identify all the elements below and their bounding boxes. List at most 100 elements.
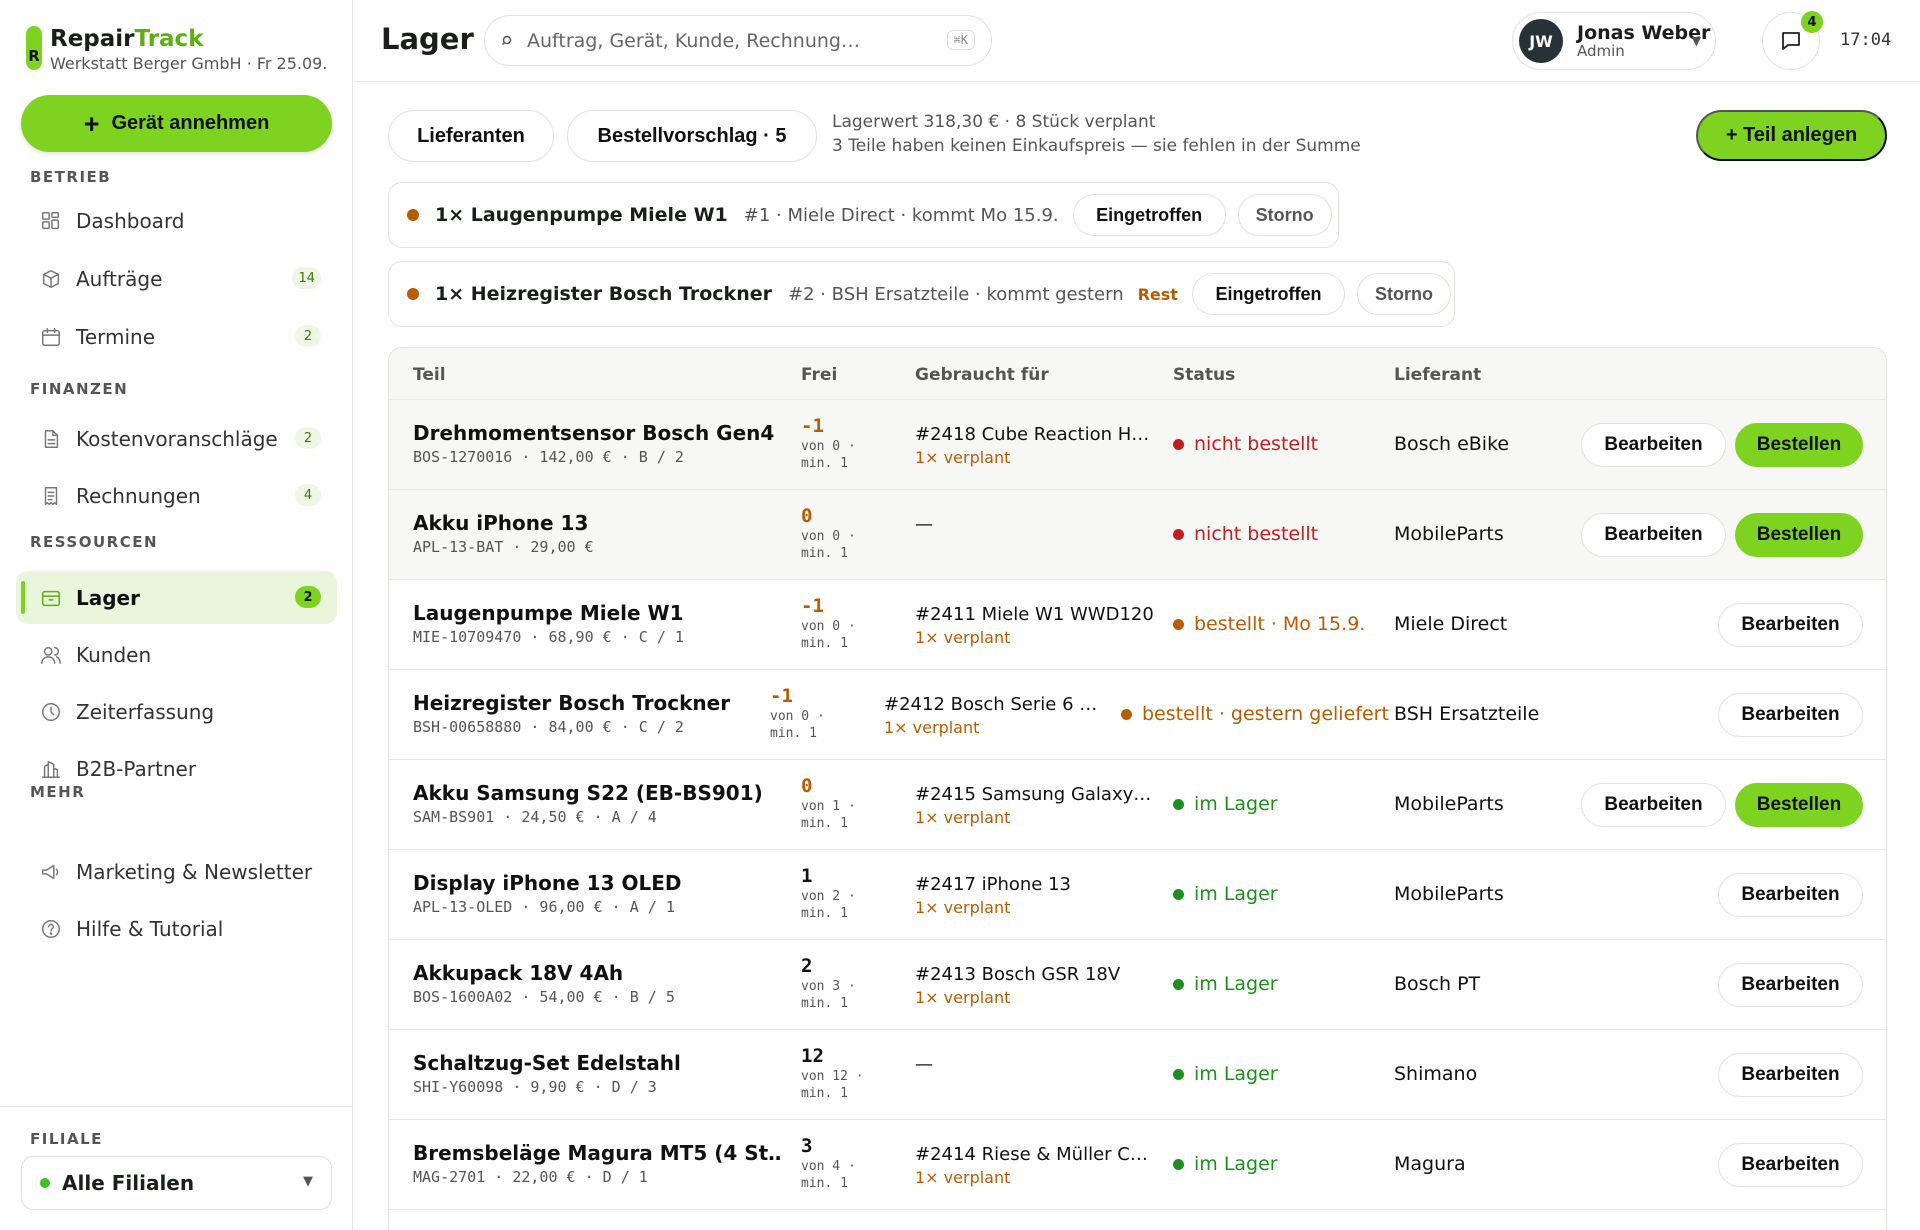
sidebar-item-termine[interactable]: Termine 2	[16, 310, 337, 363]
col-used-for[interactable]: Gebraucht für	[915, 365, 1049, 385]
table-row[interactable]: Heizregister Bosch Trockner BSH-00658880 …	[389, 670, 1886, 760]
table-row[interactable]: Akkupack 18V 4Ah BOS-1600A02 · 54,00 € · …	[389, 940, 1886, 1030]
table-row[interactable]: Bremsbeläge Magura MT5 (4 St… MAG-2701 · …	[389, 1120, 1886, 1210]
edit-button[interactable]: Bearbeiten	[1581, 513, 1726, 557]
count-badge: 2	[295, 325, 321, 347]
rest-badge: Rest	[1137, 284, 1178, 304]
edit-button[interactable]: Bearbeiten	[1718, 963, 1863, 1007]
part-name: Akku Samsung S22 (EB-BS901)	[413, 781, 763, 805]
part-name: Display iPhone 13 OLED	[413, 871, 682, 895]
sidebar-item-rechnungen[interactable]: Rechnungen 4	[16, 469, 337, 522]
table-row[interactable]: Schaltzug-Set Edelstahl SHI-Y60098 · 9,90…	[389, 1030, 1886, 1120]
part-meta: BOS-1270016 · 142,00 € · B / 2	[413, 448, 684, 466]
sidebar-item-label: Hilfe & Tutorial	[76, 916, 224, 941]
used-for[interactable]: #2411 Miele W1 WWD120	[915, 604, 1155, 625]
planned-count: 1× verplant	[915, 448, 1011, 467]
used-for[interactable]: #2415 Samsung Galaxy…	[915, 784, 1155, 805]
edit-button[interactable]: Bearbeiten	[1581, 423, 1726, 467]
used-for: —	[915, 514, 933, 535]
table-row[interactable]: Display iPhone 13 OLED APL-13-OLED · 96,0…	[389, 850, 1886, 940]
messages-badge: 4	[1801, 11, 1823, 33]
sidebar-item-kunden[interactable]: Kunden	[16, 628, 337, 681]
accept-device-button[interactable]: + Gerät annehmen	[21, 95, 332, 152]
search-input[interactable]	[527, 29, 947, 52]
filiale-label: FILIALE	[30, 1130, 103, 1148]
messages-button[interactable]: 4	[1762, 11, 1823, 70]
part-name: Bremsbeläge Magura MT5 (4 St…	[413, 1141, 783, 1165]
free-count: 0	[801, 505, 813, 527]
status-badge: im Lager	[1173, 973, 1278, 995]
free-detail: von 2 · min. 1	[801, 889, 856, 921]
free-count: -1	[801, 415, 824, 437]
arrived-button[interactable]: Eingetroffen	[1072, 194, 1226, 236]
used-for[interactable]: #2413 Bosch GSR 18V	[915, 964, 1155, 985]
table-row[interactable]: Laugenpumpe Miele W1 MIE-10709470 · 68,90…	[389, 580, 1886, 670]
order-button[interactable]: Bestellen	[1735, 423, 1863, 467]
part-name: Laugenpumpe Miele W1	[413, 601, 684, 625]
user-menu[interactable]: JW Jonas Weber Admin ▼	[1512, 12, 1716, 70]
edit-button[interactable]: Bearbeiten	[1718, 1143, 1863, 1187]
free-count: 0	[801, 775, 813, 797]
count-badge: 14	[292, 267, 321, 289]
edit-button[interactable]: Bearbeiten	[1718, 1053, 1863, 1097]
table-row[interactable]: Drehmomentsensor Bosch Gen4 BOS-1270016 ·…	[389, 400, 1886, 490]
sidebar-item-label: Rechnungen	[76, 483, 201, 508]
status-badge: bestellt · gestern geliefert	[1121, 703, 1389, 725]
stock-warning: 3 Teile haben keinen Einkaufspreis — sie…	[832, 136, 1361, 156]
order-button[interactable]: Bestellen	[1735, 783, 1863, 827]
part-meta: MAG-2701 · 22,00 € · D / 1	[413, 1168, 648, 1186]
free-count: -1	[801, 595, 824, 617]
avatar: JW	[1519, 19, 1563, 63]
status-dot	[1173, 438, 1184, 450]
sidebar-item-label: Dashboard	[76, 208, 185, 233]
used-for[interactable]: #2417 iPhone 13	[915, 874, 1155, 895]
used-for[interactable]: #2414 Riese & Müller C…	[915, 1144, 1155, 1165]
sidebar-item-kostenvoranschläge[interactable]: Kostenvoranschläge 2	[16, 412, 337, 465]
table-row[interactable]: Akku iPhone 13 APL-13-BAT · 29,00 € 0 von 0…	[389, 490, 1886, 580]
order-button[interactable]: Bestellen	[1735, 513, 1863, 557]
sidebar-item-lager[interactable]: Lager 2	[16, 571, 337, 624]
order-title: 1× Laugenpumpe Miele W1	[435, 204, 728, 226]
sidebar-item-hilfe-tutorial[interactable]: Hilfe & Tutorial	[16, 902, 337, 955]
status-dot	[1173, 1068, 1184, 1080]
edit-button[interactable]: Bearbeiten	[1718, 693, 1863, 737]
megaphone-icon	[42, 864, 59, 879]
sidebar-item-label: B2B-Partner	[76, 756, 197, 781]
arrived-button[interactable]: Eingetroffen	[1191, 273, 1345, 315]
order-meta: #1 · Miele Direct · kommt Mo 15.9.	[743, 204, 1059, 226]
user-role: Admin	[1577, 41, 1625, 60]
edit-button[interactable]: Bearbeiten	[1718, 873, 1863, 917]
brand[interactable]: R RepairTrack Werkstatt Berger GmbH · Fr…	[26, 26, 327, 74]
status-dot	[407, 288, 419, 300]
cancel-order-button[interactable]: Storno	[1237, 194, 1332, 236]
used-for[interactable]: #2412 Bosch Serie 6 …	[884, 694, 1124, 715]
col-part[interactable]: Teil	[413, 365, 446, 385]
order-suggestion-button[interactable]: Bestellvorschlag · 5	[567, 110, 817, 162]
sidebar-item-aufträge[interactable]: Aufträge 14	[16, 252, 337, 305]
sidebar-item-label: Lager	[76, 585, 140, 610]
stock-value: Lagerwert 318,30 € · 8 Stück verplant	[832, 112, 1156, 132]
edit-button[interactable]: Bearbeiten	[1581, 783, 1726, 827]
part-name: Heizregister Bosch Trockner	[413, 691, 731, 715]
sidebar-item-zeiterfassung[interactable]: Zeiterfassung	[16, 685, 337, 738]
used-for[interactable]: #2418 Cube Reaction H…	[915, 424, 1155, 445]
col-free[interactable]: Frei	[801, 365, 837, 385]
edit-button[interactable]: Bearbeiten	[1718, 603, 1863, 647]
col-supplier[interactable]: Lieferant	[1394, 365, 1481, 385]
suppliers-button[interactable]: Lieferanten	[388, 110, 554, 162]
filiale-select[interactable]: Alle Filialen ▼	[21, 1156, 332, 1210]
part-meta: BOS-1600A02 · 54,00 € · B / 5	[413, 988, 675, 1006]
stock-summary: Lagerwert 318,30 € · 8 Stück verplant 3 …	[832, 110, 1361, 158]
table-row[interactable]: Akku Samsung S22 (EB-BS901) SAM-BS901 · 2…	[389, 760, 1886, 850]
sidebar-item-marketing-newsletter[interactable]: Marketing & Newsletter	[16, 845, 337, 898]
status-badge: im Lager	[1173, 1153, 1278, 1175]
status-dot	[1173, 1158, 1184, 1170]
col-status[interactable]: Status	[1173, 365, 1235, 385]
sidebar-item-dashboard[interactable]: Dashboard	[16, 194, 337, 247]
search-box[interactable]: ⌘K	[484, 15, 992, 66]
status-dot	[40, 1178, 50, 1188]
new-part-button[interactable]: + Teil anlegen	[1696, 110, 1887, 161]
free-detail: von 12 · min. 1	[801, 1069, 864, 1101]
cancel-order-button[interactable]: Storno	[1356, 273, 1451, 315]
part-meta: APL-13-BAT · 29,00 €	[413, 538, 594, 556]
